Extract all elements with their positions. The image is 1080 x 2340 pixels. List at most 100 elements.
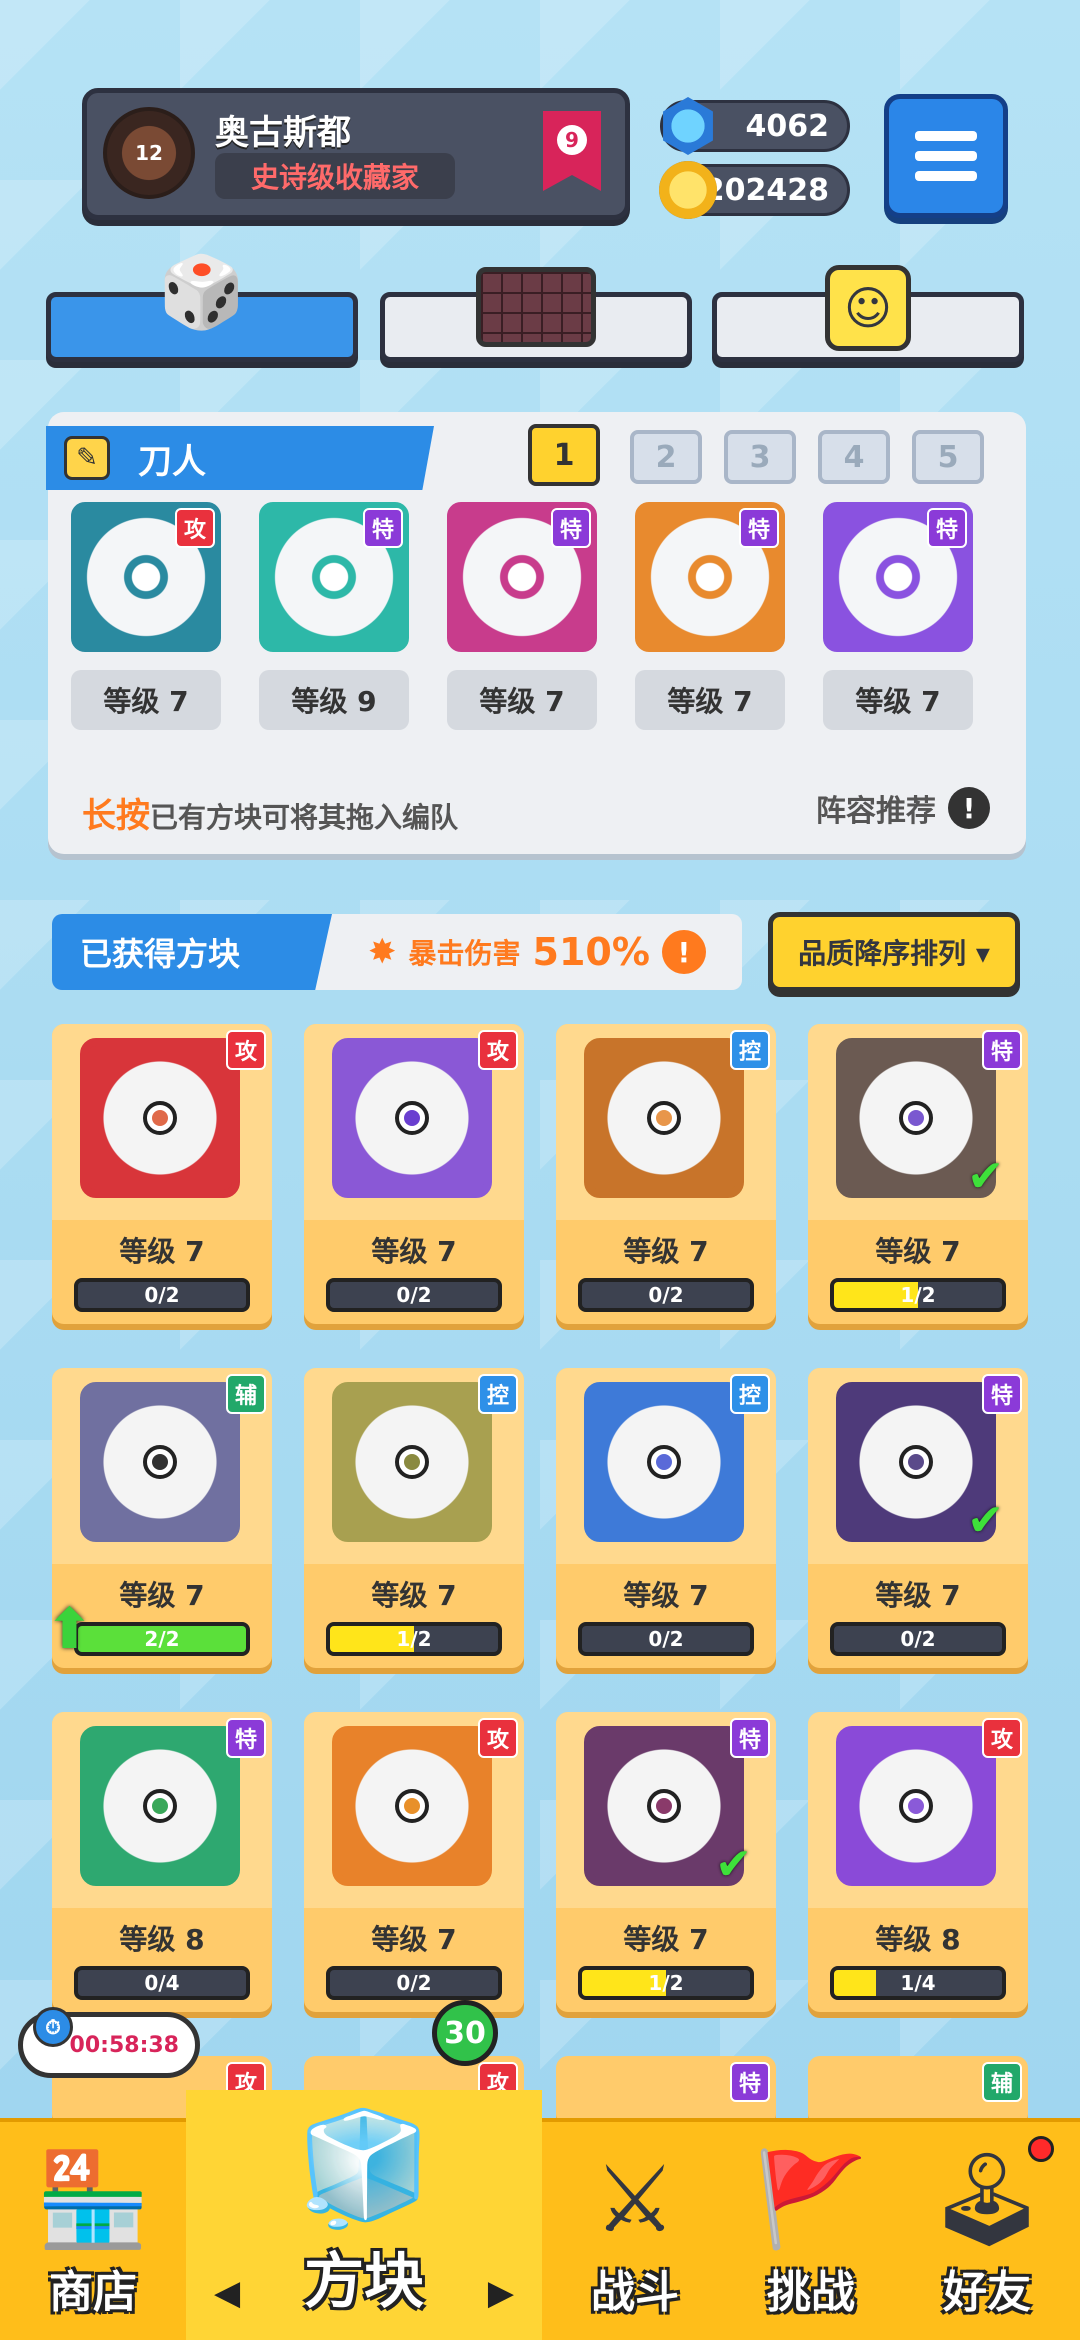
type-tag: 攻 xyxy=(982,1718,1022,1758)
prev-arrow-icon[interactable]: ◀ xyxy=(214,2273,240,2313)
crit-damage-info[interactable]: ✸ 暴击伤害 510% ! xyxy=(368,924,706,980)
shop-timer: ⏱ 00:58:38 xyxy=(18,2007,200,2078)
progress-text: 1/2 xyxy=(648,1971,684,1995)
block-card[interactable]: 攻等级 7 0/2 xyxy=(304,1712,524,2012)
block-core xyxy=(395,1445,429,1479)
deck-tab-3[interactable]: 3 xyxy=(724,430,796,484)
sort-dropdown[interactable]: 品质降序排列 ▾ xyxy=(768,912,1020,992)
type-tag: 控 xyxy=(478,1374,518,1414)
menu-button[interactable] xyxy=(884,94,1008,218)
deck-tab-4[interactable]: 4 xyxy=(818,430,890,484)
rank-ribbon-icon[interactable]: 9 xyxy=(543,111,601,191)
card-art: 特 ✔ xyxy=(556,1712,776,1908)
deck-slot[interactable]: 特等级 9 xyxy=(254,502,414,730)
block-card[interactable]: 控等级 7 0/2 xyxy=(556,1368,776,1668)
slot-level: 等级 7 xyxy=(447,670,597,730)
block-card[interactable]: 特 xyxy=(556,2056,776,2126)
upgrade-progress: 0/4 xyxy=(74,1966,250,2000)
hamburger-line xyxy=(915,131,977,141)
player-name: 奥古斯都 xyxy=(215,113,351,153)
deck-slot[interactable]: 特等级 7 xyxy=(818,502,978,730)
block-core-inner xyxy=(908,1110,924,1126)
info-icon: ! xyxy=(948,787,990,829)
block-card[interactable]: 辅 xyxy=(808,2056,1028,2126)
block-card[interactable]: 攻等级 8 1/4 xyxy=(808,1712,1028,2012)
card-art: 特 ✔ xyxy=(808,1368,1028,1564)
nav-friends[interactable]: 🕹 好友 xyxy=(894,2122,1080,2340)
upgrade-progress: 2/2 xyxy=(74,1622,250,1656)
profile-panel[interactable]: 12 奥古斯都 史诗级收藏家 9 xyxy=(82,88,630,220)
type-tag: 攻 xyxy=(478,1718,518,1758)
player-title: 史诗级收藏家 xyxy=(215,153,455,199)
card-level: 等级 7 xyxy=(623,1235,709,1268)
nav-blocks[interactable]: 30 ◀ ▶ 🧊 方块 xyxy=(186,2000,542,2340)
block-icon xyxy=(80,1382,240,1542)
nav-challenge[interactable]: 🚩 挑战 xyxy=(718,2122,904,2340)
block-card[interactable]: 特 ✔ 等级 7 1/2 xyxy=(556,1712,776,2012)
block-card[interactable]: 控等级 7 1/2 xyxy=(304,1368,524,1668)
deck-title-bar[interactable]: ✎ 刀人 xyxy=(46,426,434,490)
slot-level: 等级 7 xyxy=(635,670,785,730)
next-arrow-icon[interactable]: ▶ xyxy=(488,2273,514,2313)
nav-label: 战斗 xyxy=(591,2267,679,2318)
block-card[interactable]: 特等级 8 0/4 xyxy=(52,1712,272,2012)
pencil-icon[interactable]: ✎ xyxy=(64,436,110,480)
block-icon: 特 xyxy=(447,502,597,652)
card-level: 等级 7 xyxy=(371,1235,457,1268)
slot-level: 等级 7 xyxy=(823,670,973,730)
block-card[interactable]: 特 ✔ 等级 7 0/2 xyxy=(808,1368,1028,1668)
challenge-icon: 🚩 xyxy=(753,2146,869,2253)
block-core xyxy=(899,1445,933,1479)
gem-counter[interactable]: 4062 xyxy=(660,97,850,155)
card-level: 等级 8 xyxy=(119,1923,205,1956)
progress-text: 0/2 xyxy=(396,1283,432,1307)
deck-tab-1[interactable]: 1 xyxy=(528,424,600,486)
deck-slot[interactable]: 特等级 7 xyxy=(442,502,602,730)
upgrade-progress: 1/2 xyxy=(326,1622,502,1656)
deck-tab-5[interactable]: 5 xyxy=(912,430,984,484)
grid-board-icon xyxy=(476,267,596,347)
type-tag: 特 xyxy=(730,2062,770,2102)
crit-value: 510% xyxy=(532,930,650,974)
card-art: 攻 xyxy=(52,1024,272,1220)
tab-board[interactable] xyxy=(380,267,692,362)
type-tag: 特 xyxy=(363,508,403,548)
block-icon xyxy=(332,1038,492,1198)
upgrade-progress: 1/2 xyxy=(830,1278,1006,1312)
block-card[interactable]: 特 ✔ 等级 7 1/2 xyxy=(808,1024,1028,1324)
deck-slot[interactable]: 特等级 7 xyxy=(630,502,790,730)
upgrade-progress: 0/2 xyxy=(326,1278,502,1312)
hamburger-line xyxy=(915,151,977,161)
block-icon xyxy=(584,1038,744,1198)
block-card[interactable]: 控等级 7 0/2 xyxy=(556,1024,776,1324)
deck-slot[interactable]: 攻等级 7 xyxy=(66,502,226,730)
tab-dice[interactable]: 🎲 xyxy=(46,257,358,362)
nav-battle[interactable]: ⚔ 战斗 xyxy=(542,2122,728,2340)
upgrade-progress: 1/2 xyxy=(578,1966,754,2000)
block-core-inner xyxy=(404,1454,420,1470)
count-badge: 30 xyxy=(432,2000,498,2066)
block-icon xyxy=(332,1726,492,1886)
equipped-check-icon: ✔ xyxy=(715,1839,752,1890)
block-card[interactable]: 辅等级 7 2/2 ⬆ xyxy=(52,1368,272,1668)
coin-counter[interactable]: 202428 xyxy=(659,161,850,219)
block-card[interactable]: 攻等级 7 0/2 xyxy=(52,1024,272,1324)
nav-shop[interactable]: 🏪 商店 xyxy=(0,2122,186,2340)
progress-text: 1/2 xyxy=(900,1283,936,1307)
card-level: 等级 7 xyxy=(371,1579,457,1612)
block-core xyxy=(143,1445,177,1479)
equipped-check-icon: ✔ xyxy=(967,1495,1004,1546)
clock-icon: ⏱ xyxy=(33,2007,73,2047)
deck-tab-2[interactable]: 2 xyxy=(630,430,702,484)
progress-text: 0/2 xyxy=(648,1627,684,1651)
hint-text: 已有方块可将其拖入编队 xyxy=(150,801,459,834)
avatar[interactable]: 12 xyxy=(103,107,195,199)
lineup-recommend-button[interactable]: 阵容推荐 ! xyxy=(816,786,990,830)
tab-skins[interactable]: ☺ xyxy=(712,265,1024,362)
avatar-level: 12 xyxy=(135,141,163,165)
block-core xyxy=(899,1789,933,1823)
block-card[interactable]: 攻等级 7 0/2 xyxy=(304,1024,524,1324)
recommend-label: 阵容推荐 xyxy=(816,794,936,829)
type-tag: 攻 xyxy=(175,508,215,548)
block-core-inner xyxy=(152,1798,168,1814)
